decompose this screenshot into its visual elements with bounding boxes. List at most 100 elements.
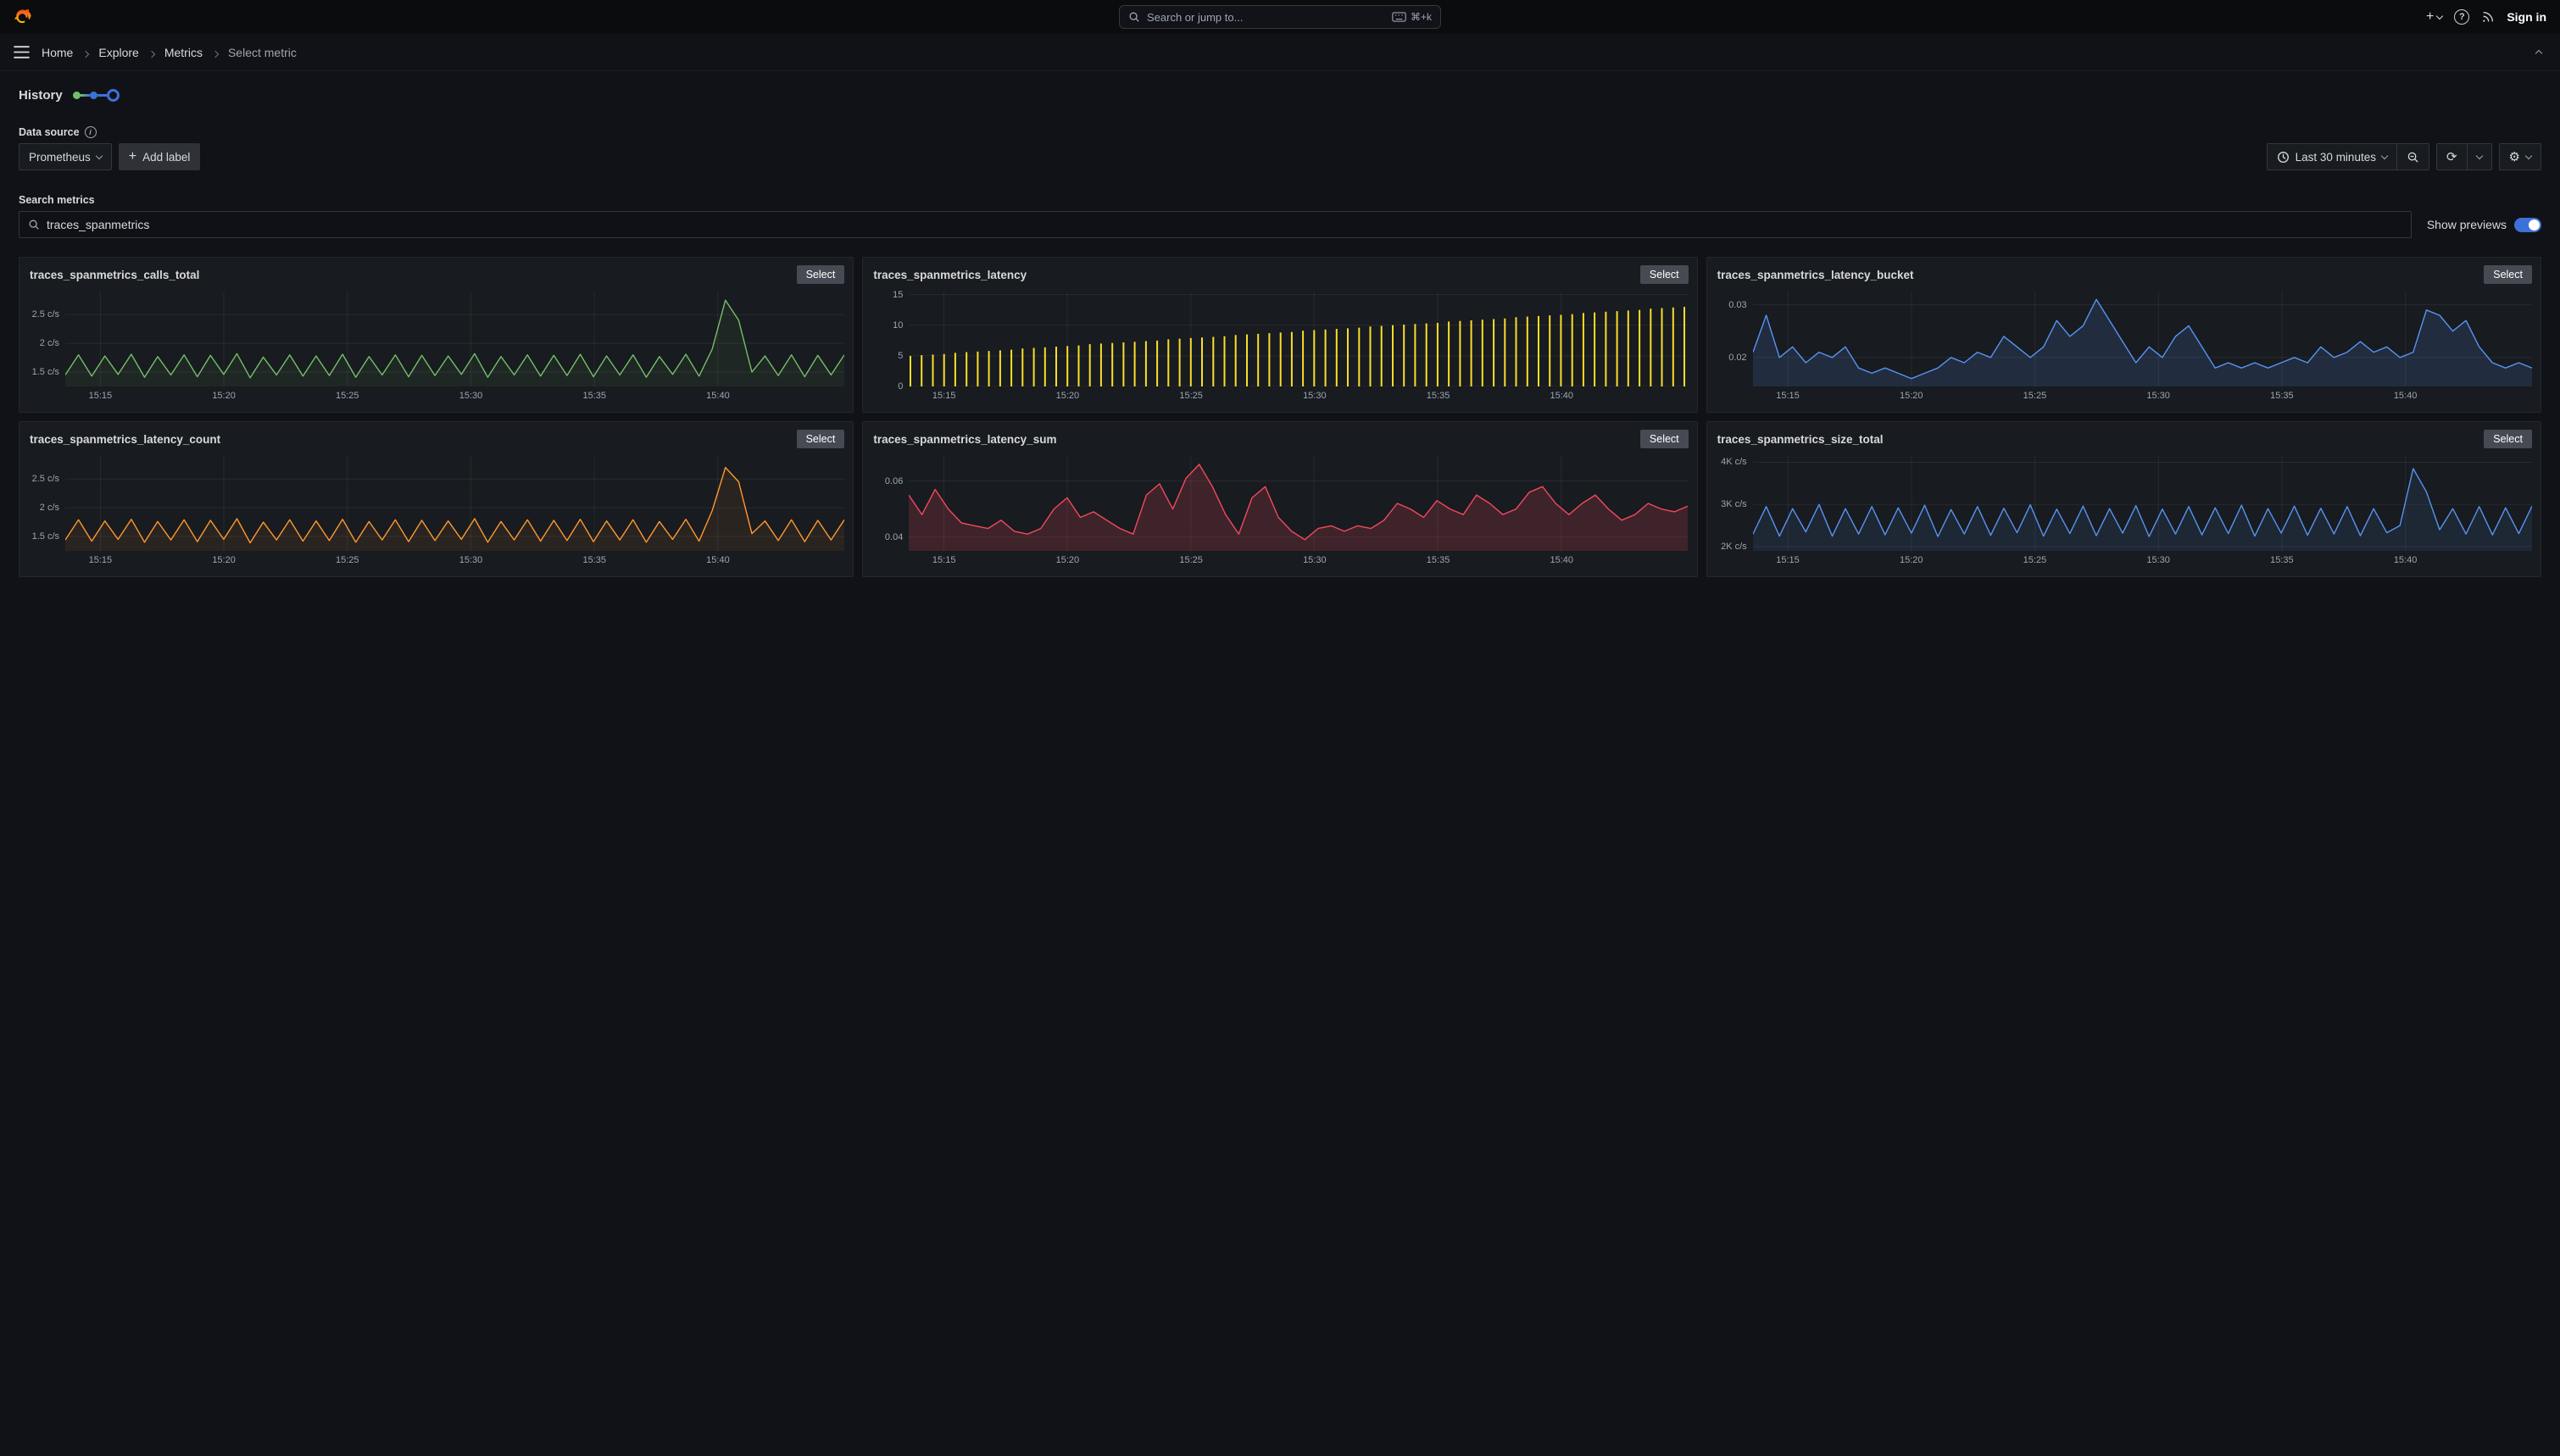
history-connector [97,94,107,97]
chart-plot [909,456,1688,551]
sign-in-link[interactable]: Sign in [2507,10,2546,24]
search-icon [28,219,40,231]
chevron-down-icon [2525,152,2532,158]
x-tick-label: 15:35 [582,391,606,401]
keyboard-icon [1392,12,1406,22]
x-axis: 15:1515:2015:2515:3015:3515:40 [65,389,844,403]
y-tick-label: 15 [893,290,903,300]
history-row: History [19,88,2541,103]
y-tick-label: 5 [898,351,903,361]
info-icon[interactable]: i [85,126,97,138]
breadcrumb-metrics[interactable]: Metrics [164,46,203,59]
metric-panel: traces_spanmetrics_latency Select 15 10 5 0… [862,257,1697,413]
toggle-knob [2529,220,2540,231]
panel-title: traces_spanmetrics_latency [873,269,1027,281]
refresh-interval-dropdown[interactable] [2468,143,2492,170]
x-tick-label: 15:25 [2023,391,2047,401]
collapse-controls-button[interactable] [2531,41,2546,64]
x-tick-label: 15:40 [706,391,730,401]
help-button[interactable]: ? [2454,9,2469,25]
time-range-value: Last 30 minutes [2296,151,2376,164]
datasource-picker-value: Prometheus [29,151,91,164]
breadcrumb-separator [149,46,154,59]
x-tick-label: 15:20 [212,555,236,565]
grafana-logo-icon [14,8,33,27]
breadcrumb: Home Explore Metrics Select metric [42,46,297,59]
y-tick-label: 2K c/s [1721,542,1747,552]
select-button[interactable]: Select [1640,430,1689,448]
panel-title: traces_spanmetrics_latency_sum [873,433,1056,446]
refresh-icon: ⟳ [2446,151,2457,164]
metrics-search-input[interactable] [47,218,2402,231]
x-tick-label: 15:35 [2270,555,2294,565]
chart-plot [1753,456,2532,551]
time-controls-group: Last 30 minutes [2267,143,2429,170]
x-tick-label: 15:35 [582,555,606,565]
y-axis: 0.030.02 [1711,292,1753,386]
settings-button[interactable]: ⚙ [2499,143,2541,170]
chevron-right-icon [148,50,155,57]
zoom-out-button[interactable] [2397,143,2429,170]
axis-spacer [1711,553,1753,568]
history-step-icon [73,92,81,99]
x-tick-label: 15:30 [2146,391,2170,401]
gear-icon: ⚙ [2509,151,2520,164]
zoom-out-icon [2407,151,2419,164]
time-range-picker[interactable]: Last 30 minutes [2267,143,2397,170]
chevron-down-icon [2436,12,2443,19]
x-axis: 15:1515:2015:2515:3015:3515:40 [65,553,844,568]
y-axis: 2.5 c/s2 c/s1.5 c/s [23,292,65,386]
refresh-group: ⟳ [2436,143,2492,170]
x-tick-label: 15:40 [2394,555,2418,565]
x-tick-label: 15:30 [459,555,483,565]
news-button[interactable] [2481,10,2495,24]
history-timeline[interactable] [73,89,120,102]
select-button[interactable]: Select [797,265,845,284]
axis-spacer [866,553,909,568]
datasource-picker[interactable]: Prometheus [19,143,112,170]
keyboard-shortcut-hint: ⌘+k [1392,11,1432,23]
settings-group: ⚙ [2499,143,2541,170]
y-tick-label: 0.04 [885,532,903,542]
x-tick-label: 15:40 [1550,555,1573,565]
y-tick-label: 0.03 [1728,300,1746,310]
y-tick-label: 2 c/s [40,338,59,348]
metric-panel: traces_spanmetrics_latency_bucket Select… [1706,257,2541,413]
datasource-label: Data source [19,126,80,138]
breadcrumb-explore[interactable]: Explore [98,46,138,59]
select-button[interactable]: Select [797,430,845,448]
x-tick-label: 15:35 [1427,555,1450,565]
chevron-down-icon [2475,152,2482,158]
clock-icon [2277,151,2290,164]
x-tick-label: 15:30 [459,391,483,401]
select-button[interactable]: Select [1640,265,1689,284]
select-button[interactable]: Select [2484,265,2532,284]
x-tick-label: 15:15 [932,391,956,401]
add-label-text: Add label [142,151,190,164]
x-tick-label: 15:35 [2270,391,2294,401]
menu-toggle-button[interactable] [14,46,30,58]
x-tick-label: 15:20 [1056,555,1080,565]
x-axis: 15:1515:2015:2515:3015:3515:40 [1753,389,2532,403]
top-search-box[interactable]: Search or jump to... ⌘+k [1119,5,1441,29]
top-bar: Search or jump to... ⌘+k + ? [0,0,2560,34]
show-previews-toggle[interactable] [2514,218,2541,232]
controls-row: Prometheus + Add label Last 30 minutes [19,143,2541,170]
panel-title: traces_spanmetrics_size_total [1717,433,1884,446]
select-button[interactable]: Select [2484,430,2532,448]
grafana-logo[interactable] [14,8,33,27]
history-button[interactable]: History [19,88,63,103]
plus-icon: + [2426,10,2434,24]
breadcrumb-home[interactable]: Home [42,46,73,59]
y-axis: 4K c/s3K c/s2K c/s [1711,456,1753,551]
y-tick-label: 10 [893,320,903,331]
refresh-button[interactable]: ⟳ [2436,143,2468,170]
add-label-button[interactable]: + Add label [119,143,201,170]
chart-plot [65,292,844,386]
x-tick-label: 15:15 [89,555,113,565]
y-tick-label: 0 [898,381,903,392]
help-icon: ? [2454,9,2469,25]
add-menu-button[interactable]: + [2426,10,2442,24]
y-tick-label: 4K c/s [1721,457,1747,467]
x-tick-label: 15:20 [1900,391,1923,401]
